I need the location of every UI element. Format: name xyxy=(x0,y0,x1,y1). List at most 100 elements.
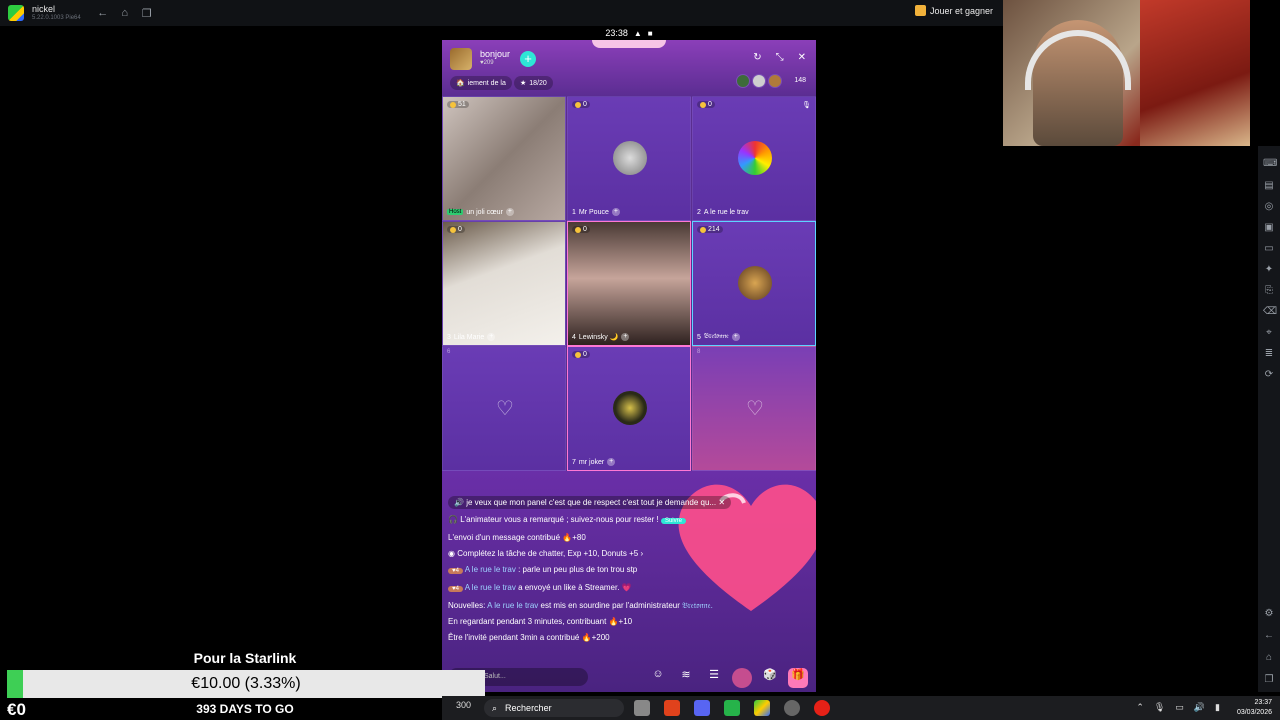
seat-1[interactable]: 0 1 Mr Pouce + xyxy=(567,96,691,221)
emulator-icon[interactable] xyxy=(754,700,770,716)
goal-start-amount: €0 xyxy=(7,700,26,719)
seat-5[interactable]: 214 5 𝔅𝔯𝔢𝔱𝔬𝔫𝔫𝔢 + xyxy=(692,221,816,346)
menu-icon[interactable]: ☰ xyxy=(704,668,724,688)
seat-label: 1 Mr Pouce + xyxy=(572,208,620,216)
seat-8-empty[interactable]: 8 ♡ xyxy=(692,346,816,471)
seat-2[interactable]: 0 🎙 2A le rue le trav xyxy=(692,96,816,221)
recent-apps-icon[interactable]: ❐ xyxy=(1263,674,1275,686)
search-label: Rechercher xyxy=(505,703,552,713)
chat-username[interactable]: A le rue le trav xyxy=(487,601,538,610)
weather-widget[interactable]: 300 xyxy=(456,700,471,710)
room-avatar[interactable] xyxy=(450,48,472,70)
taskbar-search[interactable]: ⌕ Rechercher xyxy=(484,699,624,717)
network-icon[interactable]: ▭ xyxy=(1175,702,1184,713)
share-icon[interactable]: ↻ xyxy=(753,52,761,63)
obs-icon[interactable] xyxy=(784,700,800,716)
erase-icon[interactable]: ⌫ xyxy=(1263,306,1277,318)
clock-time: 23:37 xyxy=(1254,699,1272,706)
discord-icon[interactable] xyxy=(694,700,710,716)
sync-icon[interactable]: ⟳ xyxy=(1263,369,1275,381)
back-icon[interactable]: ← xyxy=(1263,630,1275,642)
join-seat-icon[interactable]: ♡ xyxy=(743,397,767,421)
folder-icon[interactable]: ▭ xyxy=(1263,243,1275,255)
system-tray: ⌃ 🎙 ▭ 🔊 ▮ xyxy=(1136,702,1220,713)
status-time: 23:38 xyxy=(605,28,628,38)
layers-icon[interactable]: ≣ xyxy=(1263,348,1275,360)
lucky-icon[interactable]: 🎲 xyxy=(760,668,780,688)
goal-amount: €10.00 (3.33%) xyxy=(191,675,301,692)
chevron-right-icon[interactable]: › xyxy=(640,549,643,558)
volume-icon[interactable]: 🔊 xyxy=(1194,702,1205,713)
viewer-avatars[interactable] xyxy=(734,74,782,88)
screenshot-icon[interactable]: ◎ xyxy=(1263,201,1275,213)
search-icon: ⌕ xyxy=(492,702,498,713)
keyboard-icon[interactable]: ⌨ xyxy=(1263,158,1277,170)
add-icon: + xyxy=(611,208,620,216)
add-icon: + xyxy=(505,208,514,216)
seat-number: 6 xyxy=(447,349,451,355)
add-icon: + xyxy=(621,333,630,341)
seat-3[interactable]: 0 3 Lila Marie + xyxy=(442,221,566,346)
youtube-icon[interactable] xyxy=(814,700,830,716)
notice-icon: 🎧 xyxy=(448,515,458,524)
location-icon[interactable]: ⌖ xyxy=(1263,327,1275,339)
mic-icon[interactable]: 🎙 xyxy=(1154,702,1165,713)
gift-icon[interactable]: 🎁 xyxy=(788,668,808,688)
phone-screen: 23:38 ▲ ■ bonjour ♥209 + ↻ ⤡ ✕ 🏠 iement … xyxy=(442,26,816,692)
copy-icon[interactable]: ⎘ xyxy=(1263,285,1275,297)
chat-username[interactable]: A le rue le trav xyxy=(465,583,516,592)
macro-icon[interactable]: ▤ xyxy=(1263,180,1275,192)
seat-label: 4 Lewinsky 🌙 + xyxy=(572,333,630,341)
chat-username[interactable]: A le rue le trav xyxy=(465,565,516,574)
room-tasks-label: 18/20 xyxy=(529,79,547,87)
seat-7[interactable]: 0 7 mr joker + xyxy=(567,346,691,471)
follow-room-button[interactable]: + xyxy=(520,51,536,67)
seat-number: 8 xyxy=(697,349,701,355)
emoji-icon[interactable]: ☺ xyxy=(648,668,668,688)
seat-coins: 0 xyxy=(572,351,590,358)
join-seat-icon[interactable]: ♡ xyxy=(493,397,517,421)
viewer-count[interactable]: 148 xyxy=(794,77,806,84)
taskbar: 300 ⌕ Rechercher ⌃ 🎙 ▭ 🔊 ▮ 23:37 03/03/2… xyxy=(442,696,1280,720)
chevron-up-icon[interactable]: ⌃ xyxy=(1136,702,1144,713)
pinned-message[interactable]: 🔊 je veux que mon panel c'est que de res… xyxy=(448,496,732,509)
recent-apps-icon[interactable]: ❐ xyxy=(141,7,153,20)
sheets-icon[interactable] xyxy=(724,700,740,716)
audio-wave-icon[interactable]: ≋ xyxy=(676,668,696,688)
room-rank-chip[interactable]: 🏠 iement de la xyxy=(450,76,512,90)
seat-host[interactable]: 51 Host un joli cœur + xyxy=(442,96,566,221)
add-icon: + xyxy=(731,333,740,341)
bottom-actions: ☺ ≋ ☰ 🎲 🎁 xyxy=(648,668,808,688)
chat-message: Être l'invité pendant 3min a contribué 🔥… xyxy=(448,633,610,642)
task-view-icon[interactable] xyxy=(634,700,650,716)
back-arrow-icon[interactable]: ← xyxy=(97,7,109,20)
seat-6-empty[interactable]: 6 ♡ xyxy=(442,346,566,471)
screen: nickel 5.22.0.1003 Pie64 ← ⌂ ❐ Jouer et … xyxy=(0,0,1280,720)
close-icon[interactable]: ✕ xyxy=(718,498,725,507)
game-icon[interactable] xyxy=(732,668,752,688)
admin-username[interactable]: 𝔅𝔯𝔢𝔱𝔬𝔫𝔫𝔢. xyxy=(682,601,713,610)
follow-button[interactable]: Suivre xyxy=(660,518,686,524)
home-icon[interactable]: ⌂ xyxy=(1263,652,1275,664)
seat-coins: 51 xyxy=(447,101,469,108)
avatar xyxy=(738,266,772,300)
avatar xyxy=(736,74,750,88)
minimize-icon[interactable]: ⤡ xyxy=(776,52,784,63)
promo-button[interactable]: Jouer et gagner xyxy=(914,5,993,16)
shake-icon[interactable]: ✦ xyxy=(1263,264,1275,276)
chat-message: L'envoi d'un message contribué 🔥+80 xyxy=(448,533,586,542)
battery-icon[interactable]: ▮ xyxy=(1215,702,1220,713)
record-icon[interactable]: ▣ xyxy=(1263,222,1275,234)
emulator-titlebar: nickel 5.22.0.1003 Pie64 ← ⌂ ❐ Jouer et … xyxy=(0,0,1003,26)
close-icon[interactable]: ✕ xyxy=(798,52,806,63)
chat-message: ♥4 A le rue le trav a envoyé un like à S… xyxy=(448,582,788,595)
taskbar-clock[interactable]: 23:37 03/03/2026 xyxy=(1237,698,1272,718)
settings-icon[interactable]: ⚙ xyxy=(1263,608,1275,620)
avatar xyxy=(752,74,766,88)
seat-coins: 0 xyxy=(697,101,715,108)
seat-4[interactable]: 0 4 Lewinsky 🌙 + xyxy=(567,221,691,346)
brave-icon[interactable] xyxy=(664,700,680,716)
home-icon[interactable]: ⌂ xyxy=(119,7,131,20)
chat-message: ♥4 A le rue le trav : parle un peu plus … xyxy=(448,564,788,577)
room-tasks-chip[interactable]: ★ 18/20 xyxy=(514,76,553,90)
